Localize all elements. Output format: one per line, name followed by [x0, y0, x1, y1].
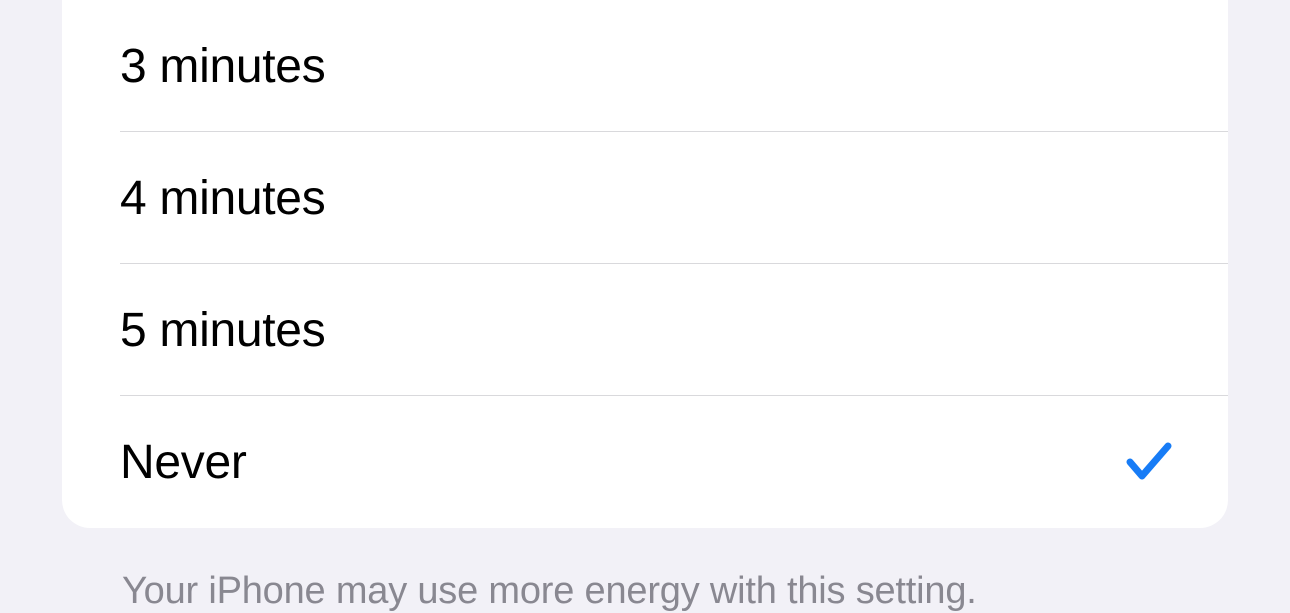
auto-lock-options-group: 3 minutes 4 minutes 5 minutes Never	[62, 0, 1228, 528]
checkmark-icon	[1126, 440, 1172, 484]
option-label: 3 minutes	[120, 39, 325, 94]
option-5-minutes[interactable]: 5 minutes	[62, 264, 1228, 396]
footer-caption: Your iPhone may use more energy with thi…	[122, 570, 1228, 613]
option-label: 4 minutes	[120, 171, 325, 226]
option-never[interactable]: Never	[62, 396, 1228, 528]
option-label: 5 minutes	[120, 303, 325, 358]
option-label: Never	[120, 435, 247, 490]
option-3-minutes[interactable]: 3 minutes	[62, 0, 1228, 132]
option-4-minutes[interactable]: 4 minutes	[62, 132, 1228, 264]
